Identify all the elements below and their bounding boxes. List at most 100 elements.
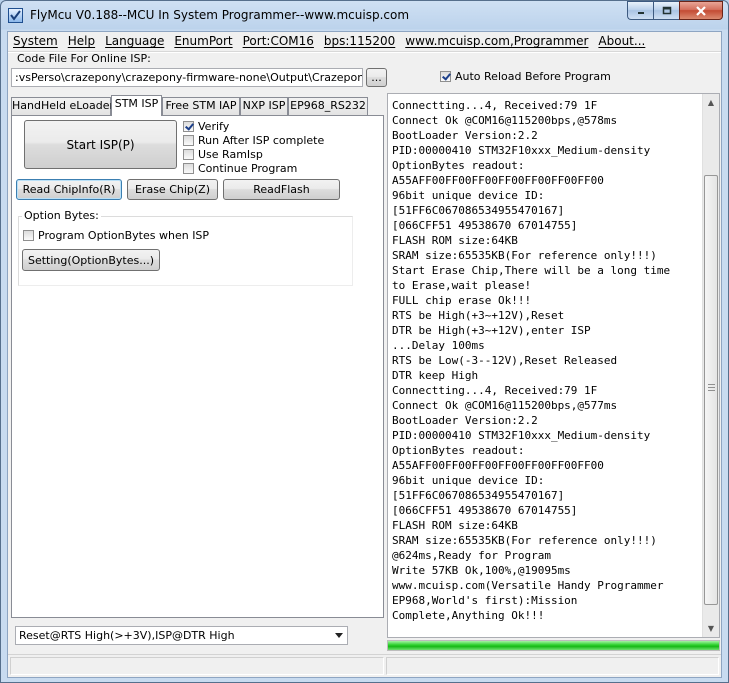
log-line: EP968,World's first):Mission xyxy=(392,594,578,607)
menu-item-about[interactable]: About... xyxy=(593,32,650,51)
option-bytes-title: Option Bytes: xyxy=(22,209,101,222)
log-line: OptionBytes readout: xyxy=(392,444,525,457)
log-line: ...Delay 100ms xyxy=(392,339,485,352)
tab-free-stm-iap[interactable]: Free STM IAP xyxy=(162,97,240,115)
log-line: [066CFF51 49538670 67014755] xyxy=(392,219,578,232)
log-line: [51FF6C067086534955470167] xyxy=(392,204,565,217)
verify-checkbox[interactable]: Verify xyxy=(183,120,229,133)
log-line: 96bit unique device ID: xyxy=(392,474,545,487)
browse-button[interactable]: ... xyxy=(366,68,387,87)
log-output[interactable]: Connectting...4, Received:79 1F Connect O… xyxy=(387,93,720,638)
log-line: FULL chip erase Ok!!! xyxy=(392,294,532,307)
erase-chip-button[interactable]: Erase Chip(Z) xyxy=(127,179,218,200)
log-line: A55AFF00FF00FF00FF00FF00FF00FF00 xyxy=(392,459,604,472)
menu-item-enumport[interactable]: EnumPort xyxy=(169,32,237,51)
log-line: RTS be Low(-3--12V),Reset Released xyxy=(392,354,618,367)
log-line: PID:00000410 STM32F10xxx_Medium-density xyxy=(392,429,651,442)
read-flash-button[interactable]: ReadFlash xyxy=(223,179,340,200)
log-line: to Erase,wait please! xyxy=(392,279,532,292)
verify-label: Verify xyxy=(198,120,230,133)
window-title: FlyMcu V0.188--MCU In System Programmer-… xyxy=(30,8,410,22)
client-area: System Help Language EnumPort Port:COM16 bps:… xyxy=(7,31,722,678)
use-ramisp-checkbox[interactable]: Use RamIsp xyxy=(183,148,263,161)
code-file-path-input[interactable]: :vsPerso\crazepony\crazepony-firmware-no… xyxy=(11,68,363,87)
scroll-thumb[interactable] xyxy=(704,175,718,605)
log-line: RTS be High(+3~+12V),Reset xyxy=(392,309,565,322)
menu-item-port-com16[interactable]: Port:COM16 xyxy=(238,32,319,51)
use-ramisp-check-icon xyxy=(183,149,194,160)
log-line: BootLoader Version:2.2 xyxy=(392,129,538,142)
log-lines: Connectting...4, Received:79 1F Connect O… xyxy=(392,98,702,623)
tab-handheld-eloader[interactable]: HandHeld eLoader xyxy=(11,97,114,115)
log-line: BootLoader Version:2.2 xyxy=(392,414,538,427)
maximize-icon[interactable] xyxy=(653,1,679,20)
read-chipinfo-button[interactable]: Read ChipInfo(R) xyxy=(16,179,122,200)
continue-program-label: Continue Program xyxy=(198,162,298,175)
continue-program-checkbox[interactable]: Continue Program xyxy=(183,162,297,175)
log-line: SRAM size:65535KB(For reference only!!!) xyxy=(392,249,657,262)
log-line: DTR be High(+3~+12V),enter ISP xyxy=(392,324,591,337)
menu-item-language[interactable]: Language xyxy=(100,32,169,51)
log-line: A55AFF00FF00FF00FF00FF00FF00FF00 xyxy=(392,174,604,187)
log-line: Write 57KB Ok,100%,@19095ms xyxy=(392,564,571,577)
app-icon xyxy=(8,8,23,23)
run-after-isp-label: Run After ISP complete xyxy=(198,134,325,147)
log-line: Connect Ok @COM16@115200bps,@577ms xyxy=(392,399,618,412)
tab-nxp-isp[interactable]: NXP ISP xyxy=(240,97,288,115)
continue-program-check-icon xyxy=(183,163,194,174)
program-optionbytes-check-icon xyxy=(23,230,34,241)
menu-item-bps-115200[interactable]: bps:115200 xyxy=(319,32,400,51)
tab-stm-isp[interactable]: STM ISP xyxy=(111,95,162,116)
menu-item-help[interactable]: Help xyxy=(63,32,100,51)
use-ramisp-label: Use RamIsp xyxy=(198,148,263,161)
log-line: DTR keep High xyxy=(392,369,479,382)
status-pane-right xyxy=(386,657,719,675)
program-optionbytes-label: Program OptionBytes when ISP xyxy=(38,229,210,242)
title-bar[interactable]: FlyMcu V0.188--MCU In System Programmer-… xyxy=(1,1,728,31)
log-line: [51FF6C067086534955470167] xyxy=(392,489,565,502)
status-bar xyxy=(8,654,721,678)
menu-item-www-mcuisp-com-programmer[interactable]: www.mcuisp.com,Programmer xyxy=(400,32,593,51)
log-line: Complete,Anything Ok!!! xyxy=(392,609,545,622)
log-scrollbar[interactable]: ▲ ▼ xyxy=(702,94,719,637)
code-file-label: Code File For Online ISP: xyxy=(17,52,151,65)
log-line: [066CFF51 49538670 67014755] xyxy=(392,504,578,517)
menu-item-system[interactable]: System xyxy=(8,32,63,51)
option-bytes-group: Option Bytes: Program OptionBytes when I… xyxy=(18,209,353,286)
log-line: www.mcuisp.com(Versatile Handy Programme… xyxy=(392,579,664,592)
log-line: FLASH ROM size:64KB xyxy=(392,234,518,247)
stm-isp-panel: Start ISP(P) Verify Run After ISP comple… xyxy=(11,115,384,618)
reset-mode-value: Reset@RTS High(>+3V),ISP@DTR High xyxy=(19,629,235,642)
reset-mode-select[interactable]: Reset@RTS High(>+3V),ISP@DTR High xyxy=(15,626,348,645)
log-line: Connect Ok @COM16@115200bps,@578ms xyxy=(392,114,618,127)
log-line: @624ms,Ready for Program xyxy=(392,549,551,562)
log-line: Connectting...4, Received:79 1F xyxy=(392,99,598,112)
scroll-down-icon[interactable]: ▼ xyxy=(703,620,719,637)
auto-reload-checkbox[interactable]: Auto Reload Before Program xyxy=(440,70,611,83)
log-line: 96bit unique device ID: xyxy=(392,189,545,202)
log-line: Start Erase Chip,There will be a long ti… xyxy=(392,264,671,277)
log-line: PID:00000410 STM32F10xxx_Medium-density xyxy=(392,144,651,157)
verify-check-icon xyxy=(183,121,194,132)
log-line: SRAM size:65535KB(For reference only!!!) xyxy=(392,534,657,547)
log-line: OptionBytes readout: xyxy=(392,159,525,172)
menu-bar: System Help Language EnumPort Port:COM16 bps:… xyxy=(8,32,721,51)
auto-reload-label: Auto Reload Before Program xyxy=(455,70,611,83)
status-pane-left xyxy=(10,657,384,675)
auto-reload-check-icon xyxy=(440,71,451,82)
log-line: FLASH ROM size:64KB xyxy=(392,519,518,532)
start-isp-button[interactable]: Start ISP(P) xyxy=(24,120,177,169)
chevron-down-icon[interactable] xyxy=(331,627,347,644)
program-optionbytes-checkbox[interactable]: Program OptionBytes when ISP xyxy=(23,229,209,242)
app-window: FlyMcu V0.188--MCU In System Programmer-… xyxy=(0,0,729,683)
scroll-up-icon[interactable]: ▲ xyxy=(703,94,719,111)
run-after-isp-checkbox[interactable]: Run After ISP complete xyxy=(183,134,324,147)
setting-optionbytes-button[interactable]: Setting(OptionBytes...) xyxy=(22,249,160,271)
run-after-isp-check-icon xyxy=(183,135,194,146)
minimize-icon[interactable] xyxy=(627,1,653,20)
tab-ep968-rs232[interactable]: EP968_RS232 xyxy=(288,97,368,115)
log-line: Connectting...4, Received:79 1F xyxy=(392,384,598,397)
close-icon[interactable] xyxy=(679,1,723,20)
progress-fill xyxy=(388,641,719,650)
progress-bar xyxy=(387,640,720,651)
